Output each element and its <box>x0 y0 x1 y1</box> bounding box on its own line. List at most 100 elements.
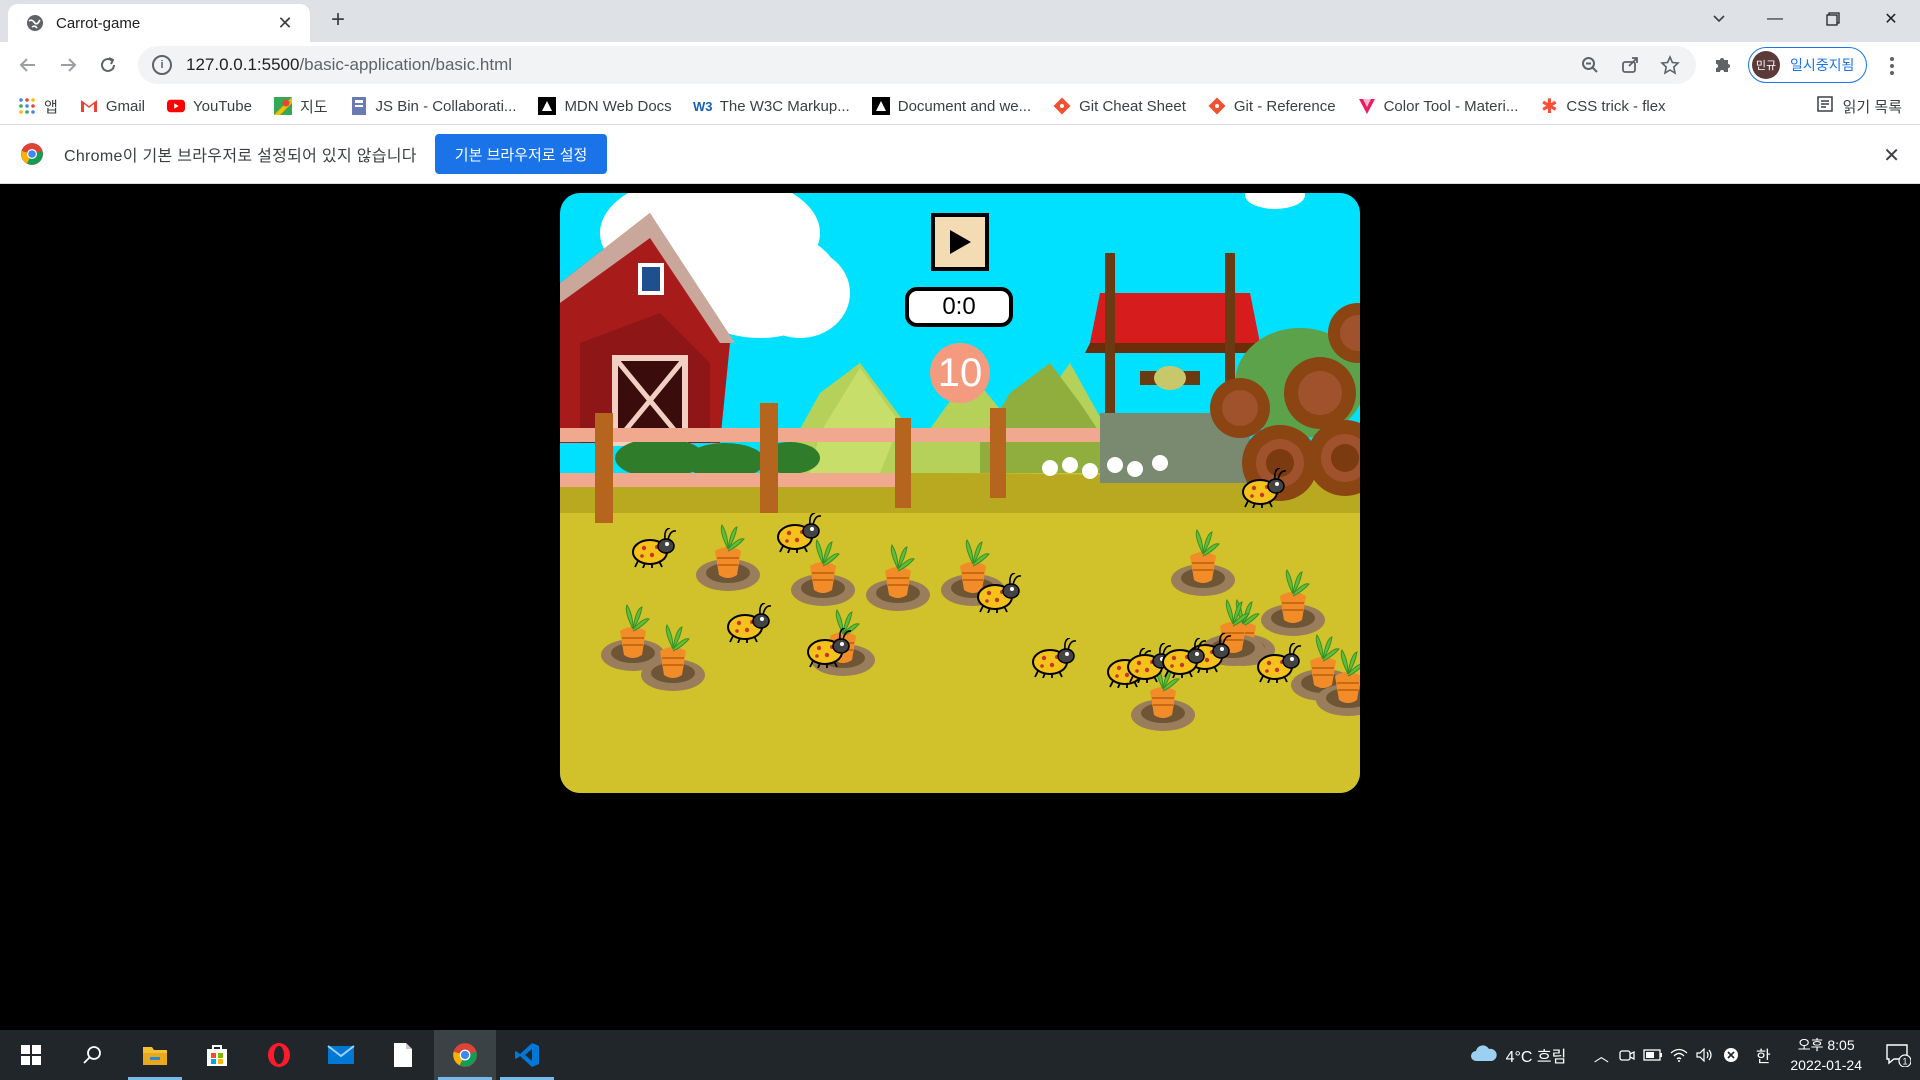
bookmarks-bar: 앱 Gmail YouTube 지도 JS Bin - Collaborati.… <box>0 88 1920 124</box>
bug[interactable] <box>1030 638 1078 678</box>
bug[interactable] <box>1160 638 1208 678</box>
carrot[interactable] <box>695 523 761 593</box>
notification-center-icon[interactable]: 1 <box>1876 1030 1920 1080</box>
weather-widget[interactable]: 4°C 흐림 <box>1470 1043 1566 1067</box>
css-tricks-icon: ✱ <box>1540 95 1558 118</box>
bookmark-maps[interactable]: 지도 <box>273 96 328 117</box>
cloud-icon <box>1470 1044 1498 1067</box>
git-icon <box>1208 97 1226 115</box>
play-button[interactable] <box>931 213 989 271</box>
address-bar[interactable]: i 127.0.0.1:5500/basic-application/basic… <box>138 46 1696 84</box>
carrot[interactable] <box>1170 528 1236 598</box>
start-windows-icon[interactable] <box>0 1030 62 1080</box>
volume-icon[interactable] <box>1692 1030 1718 1080</box>
chrome-logo-icon <box>20 142 44 166</box>
profile-status: 일시중지됨 <box>1790 57 1855 73</box>
avatar: 민규 <box>1752 51 1780 79</box>
globe-icon <box>26 14 44 32</box>
bookmark-git-reference[interactable]: Git - Reference <box>1208 97 1336 115</box>
browser-tab[interactable]: Carrot-game ✕ <box>8 4 310 42</box>
file-explorer-icon[interactable] <box>124 1030 186 1080</box>
bug[interactable] <box>630 528 678 568</box>
bookmark-gmail[interactable]: Gmail <box>79 97 145 115</box>
restore-button[interactable] <box>1804 0 1862 38</box>
bug[interactable] <box>775 513 823 553</box>
battery-icon[interactable] <box>1640 1030 1666 1080</box>
bug[interactable] <box>975 573 1023 613</box>
bug[interactable] <box>1240 468 1288 508</box>
carrot[interactable] <box>1315 648 1360 718</box>
zoom-icon[interactable] <box>1578 53 1602 77</box>
material-icon <box>1358 97 1376 115</box>
bookmark-git-cheat[interactable]: Git Cheat Sheet <box>1053 97 1186 115</box>
infobar-message: Chrome이 기본 브라우저로 설정되어 있지 않습니다 <box>64 148 417 165</box>
tab-title: Carrot-game <box>56 14 141 32</box>
svg-text:1: 1 <box>1902 1057 1907 1067</box>
ime-indicator[interactable]: 한 <box>1750 1030 1776 1080</box>
share-icon[interactable] <box>1618 53 1642 77</box>
w3c-icon: W3 <box>692 98 713 114</box>
play-icon <box>950 230 971 254</box>
bookmark-color-tool[interactable]: Color Tool - Materi... <box>1358 97 1518 115</box>
system-tray: 4°C 흐림 ︿ 한 오후 8:05 2022-01-24 1 <box>1470 1030 1920 1080</box>
forward-icon[interactable] <box>48 45 88 85</box>
site-info-icon[interactable]: i <box>152 55 172 75</box>
wifi-icon[interactable] <box>1666 1030 1692 1080</box>
carrot-counter: 10 <box>930 343 990 403</box>
bug[interactable] <box>725 603 773 643</box>
game-field: 0:0 10 <box>560 193 1360 793</box>
tab-strip: Carrot-game ✕ + — ✕ <box>0 0 1920 42</box>
menu-kebab-icon[interactable] <box>1880 54 1904 78</box>
bookmark-document[interactable]: Document and we... <box>871 97 1031 115</box>
bookmark-star-icon[interactable] <box>1658 53 1682 77</box>
bookmark-jsbin[interactable]: JS Bin - Collaborati... <box>350 97 516 115</box>
gmail-icon <box>79 97 98 115</box>
vscode-icon[interactable] <box>496 1030 558 1080</box>
new-tab-button[interactable]: + <box>324 6 352 34</box>
search-icon[interactable] <box>62 1030 124 1080</box>
profile-button[interactable]: 민규 일시중지됨 <box>1748 47 1868 83</box>
set-default-browser-button[interactable]: 기본 브라우저로 설정 <box>434 134 608 174</box>
bookmark-apps[interactable]: 앱 <box>18 96 58 117</box>
back-icon[interactable] <box>8 45 48 85</box>
maps-icon <box>273 97 292 115</box>
close-tab-icon[interactable]: ✕ <box>274 13 296 34</box>
page-content: 0:0 10 <box>0 185 1920 1030</box>
git-icon <box>1053 97 1071 115</box>
bug[interactable] <box>1255 643 1303 683</box>
store-icon[interactable] <box>186 1030 248 1080</box>
jsbin-icon <box>350 97 368 115</box>
bookmark-youtube[interactable]: YouTube <box>166 97 252 115</box>
youtube-icon <box>166 97 185 115</box>
carrot[interactable] <box>865 543 931 613</box>
opera-icon[interactable] <box>248 1030 310 1080</box>
tab-search-icon[interactable] <box>1706 6 1732 32</box>
url-text[interactable]: 127.0.0.1:5500/basic-application/basic.h… <box>186 55 1578 75</box>
mail-icon[interactable] <box>310 1030 372 1080</box>
reload-icon[interactable] <box>88 45 128 85</box>
toolbar: i 127.0.0.1:5500/basic-application/basic… <box>0 42 1920 88</box>
reading-list[interactable]: 읽기 목록 <box>1816 88 1902 124</box>
bookmark-mdn[interactable]: MDN Web Docs <box>538 97 672 115</box>
meet-now-icon[interactable] <box>1614 1030 1640 1080</box>
clock[interactable]: 오후 8:05 2022-01-24 <box>1790 1035 1862 1075</box>
bookmark-w3c[interactable]: W3 The W3C Markup... <box>692 97 850 115</box>
taskbar: 4°C 흐림 ︿ 한 오후 8:05 2022-01-24 1 <box>0 1030 1920 1080</box>
default-browser-infobar: Chrome이 기본 브라우저로 설정되어 있지 않습니다 기본 브라우저로 설… <box>0 124 1920 184</box>
apps-grid-icon <box>18 97 36 115</box>
bug[interactable] <box>805 628 853 668</box>
close-window-button[interactable]: ✕ <box>1862 0 1920 38</box>
chevron-up-icon[interactable]: ︿ <box>1588 1030 1614 1080</box>
game-timer: 0:0 <box>905 287 1013 327</box>
extensions-puzzle-icon[interactable] <box>1712 54 1736 78</box>
close-infobar-icon[interactable]: ✕ <box>1883 143 1900 168</box>
network-disconnected-icon[interactable] <box>1718 1030 1744 1080</box>
minimize-button[interactable]: — <box>1746 0 1804 38</box>
reading-list-icon <box>1816 96 1833 116</box>
mdn-icon <box>871 97 890 115</box>
chrome-icon[interactable] <box>434 1030 496 1080</box>
mdn-icon <box>538 97 557 115</box>
bookmark-css-tricks[interactable]: ✱ CSS trick - flex <box>1540 95 1666 118</box>
notepad-icon[interactable] <box>372 1030 434 1080</box>
carrot[interactable] <box>640 623 706 693</box>
